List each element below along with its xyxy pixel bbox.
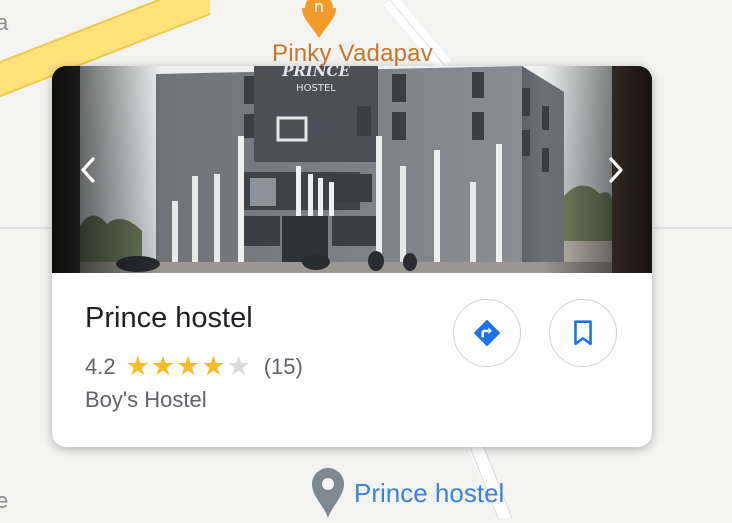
svg-text:n: n bbox=[314, 0, 324, 16]
star-empty-icon: ★ bbox=[226, 351, 251, 381]
map-place-label-prince-hostel[interactable]: Prince hostel bbox=[354, 478, 504, 509]
bookmark-icon bbox=[574, 320, 592, 346]
star-filled-icon: ★ bbox=[150, 351, 176, 381]
star-filled-icon: ★ bbox=[125, 351, 150, 381]
directions-icon bbox=[473, 319, 501, 347]
chevron-right-icon bbox=[609, 157, 623, 183]
save-button[interactable] bbox=[549, 299, 617, 367]
photo-sign-name: PRINCE bbox=[281, 66, 350, 80]
map-place-label-pinky-vadapav[interactable]: Pinky Vadapav bbox=[272, 40, 433, 68]
food-pin-icon[interactable]: n bbox=[300, 0, 338, 40]
photo-sign-subtitle: HOSTEL bbox=[296, 83, 336, 94]
map-edge-label-bottom: e bbox=[0, 488, 9, 513]
photo-prev-button[interactable] bbox=[70, 150, 106, 190]
star-filled-icon: ★ bbox=[201, 351, 226, 381]
directions-button[interactable] bbox=[453, 299, 521, 367]
rating-value: 4.2 bbox=[85, 353, 116, 379]
photo-next-button[interactable] bbox=[598, 150, 634, 190]
rating-row[interactable]: 4.2 ★ ★ ★ ★ ★ (15) bbox=[85, 353, 303, 380]
place-card[interactable]: PRINCE HOSTEL Prince hostel 4.2 ★ ★ ★ ★ … bbox=[52, 66, 652, 447]
place-category: Boy's Hostel bbox=[85, 387, 207, 412]
map-edge-label-top: a bbox=[0, 10, 9, 35]
review-count[interactable]: (15) bbox=[264, 354, 303, 380]
star-rating: ★ ★ ★ ★ ★ bbox=[126, 353, 252, 380]
chevron-left-icon bbox=[81, 157, 95, 183]
place-title[interactable]: Prince hostel bbox=[85, 302, 253, 335]
star-filled-icon: ★ bbox=[176, 351, 201, 381]
map-pin-icon[interactable] bbox=[308, 466, 348, 518]
place-photo[interactable]: PRINCE HOSTEL bbox=[52, 66, 652, 273]
hostel-building-photo: PRINCE HOSTEL bbox=[52, 66, 652, 273]
